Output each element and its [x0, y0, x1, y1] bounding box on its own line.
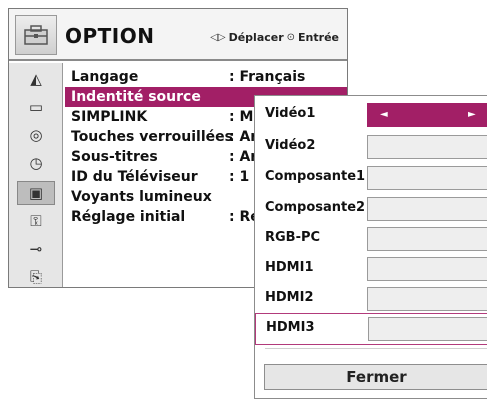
input-label-field[interactable] — [367, 227, 487, 251]
audio-icon[interactable]: ◎ — [17, 123, 55, 147]
option-icon[interactable]: ▣ — [17, 181, 55, 205]
time-icon[interactable]: ◷ — [17, 151, 55, 175]
divider — [265, 348, 487, 349]
input-label-field[interactable] — [367, 287, 487, 311]
input-label-selector[interactable]: ◄ ► — [367, 103, 487, 127]
input-label: Composante2 — [265, 200, 366, 215]
menu-item-label: SIMPLINK — [71, 109, 148, 125]
hint-enter-label: Entrée — [298, 31, 339, 44]
menu-item-label: Touches verrouillées — [71, 129, 233, 145]
menu-item-value: : Français — [229, 69, 306, 85]
picture-icon[interactable]: ◭ — [17, 67, 55, 91]
input-label-field[interactable] — [367, 257, 487, 281]
menu-item-label: Voyants lumineux — [71, 189, 212, 205]
input-row-component1[interactable]: Composante1 — [255, 163, 487, 193]
input-row-hdmi1[interactable]: HDMI1 — [255, 254, 487, 284]
lock-icon[interactable]: ⚿ — [17, 209, 55, 233]
menu-item-value: : Ar — [229, 129, 258, 145]
usb-icon[interactable]: ⎘ — [17, 265, 55, 289]
close-button[interactable]: Fermer — [264, 364, 487, 390]
input-row-video1[interactable]: Vidéo1 ◄ ► — [255, 100, 487, 130]
input-label: Vidéo2 — [265, 138, 316, 153]
input-label-field[interactable] — [368, 317, 487, 341]
input-row-hdmi2[interactable]: HDMI2 — [255, 284, 487, 314]
menu-item-language[interactable]: Langage : Français — [65, 67, 347, 87]
menu-item-label: ID du Téléviseur — [71, 169, 198, 185]
input-label: Composante1 — [265, 169, 366, 184]
input-icon[interactable]: ⊸ — [17, 237, 55, 261]
menu-item-value: : Ar — [229, 149, 258, 165]
input-label: HDMI3 — [266, 320, 315, 335]
screen-icon[interactable]: ▭ — [17, 95, 55, 119]
input-label-field[interactable] — [367, 135, 487, 159]
input-label: HDMI1 — [265, 260, 314, 275]
input-label-field[interactable] — [367, 166, 487, 190]
hint-move-label: Déplacer — [228, 31, 284, 44]
page-title: OPTION — [65, 24, 155, 48]
input-row-rgb-pc[interactable]: RGB-PC — [255, 224, 487, 254]
toolbox-icon — [15, 15, 57, 55]
category-strip: ◭ ▭ ◎ ◷ ▣ ⚿ ⊸ ⎘ — [9, 63, 63, 287]
input-label-popup: Vidéo1 ◄ ► Vidéo2 Composante1 Composante… — [254, 95, 487, 399]
menu-item-label: Sous-titres — [71, 149, 158, 165]
input-label: Vidéo1 — [265, 106, 316, 121]
menu-item-label: Indentité source — [71, 89, 201, 105]
ok-button-icon: ⊙ — [286, 32, 296, 43]
menu-item-label: Réglage initial — [71, 209, 186, 225]
menu-item-value: : 1 — [229, 169, 250, 185]
osd-header: OPTION ◁▷ Déplacer ⊙ Entrée — [9, 9, 347, 61]
input-row-component2[interactable]: Composante2 — [255, 194, 487, 224]
right-arrow-icon[interactable]: ► — [468, 109, 476, 120]
key-hint: ◁▷ Déplacer ⊙ Entrée — [210, 31, 339, 44]
dpad-icon: ◁▷ — [210, 32, 226, 43]
input-label-field[interactable] — [367, 197, 487, 221]
menu-item-label: Langage — [71, 69, 139, 85]
input-row-video2[interactable]: Vidéo2 — [255, 132, 487, 162]
left-arrow-icon[interactable]: ◄ — [380, 109, 388, 120]
input-label: HDMI2 — [265, 290, 314, 305]
input-label: RGB-PC — [265, 230, 321, 245]
input-row-hdmi3[interactable]: HDMI3 — [255, 313, 487, 345]
